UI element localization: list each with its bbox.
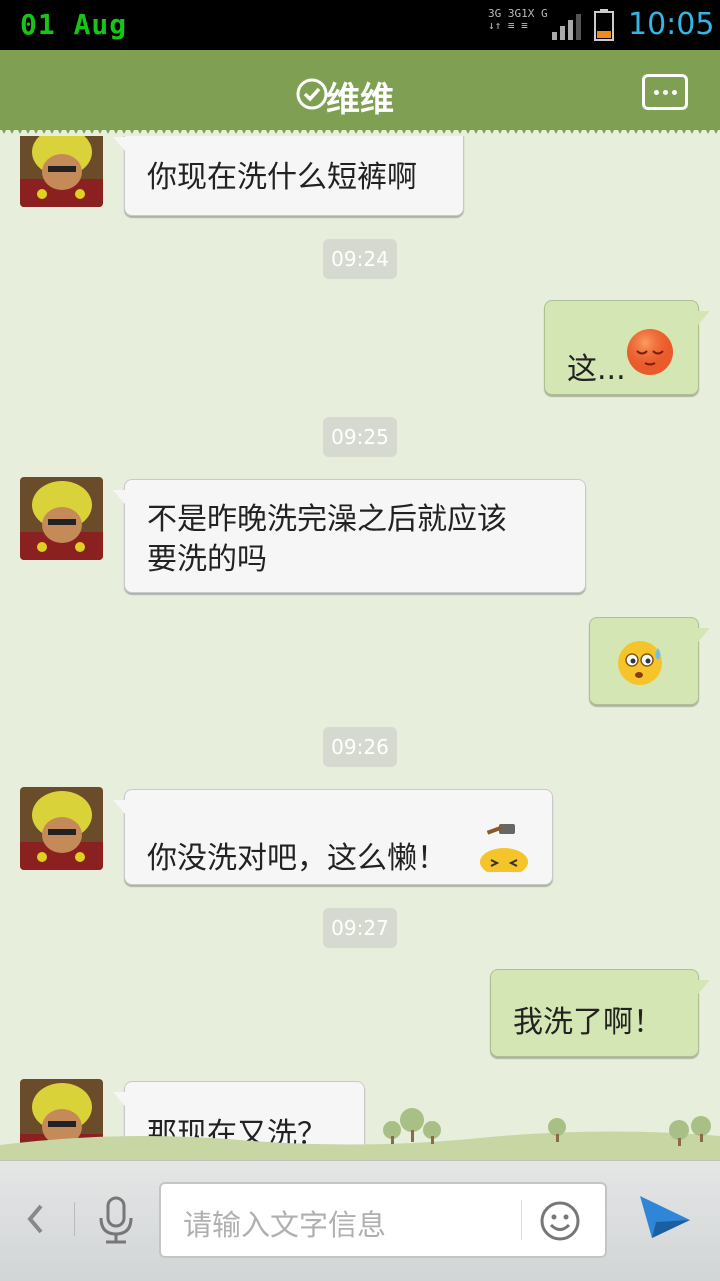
divider bbox=[74, 1202, 75, 1236]
status-time: 10:05 bbox=[628, 7, 715, 42]
network-indicator: 3G 3G1X G ↓↑ ≡ ≡ bbox=[488, 7, 548, 32]
smiley-icon[interactable] bbox=[539, 1200, 581, 1242]
timestamp: 09:25 bbox=[323, 417, 397, 457]
status-date: 01 Aug bbox=[20, 8, 128, 41]
message-bubble-outgoing[interactable]: 这... bbox=[544, 300, 710, 395]
timestamp: 09:26 bbox=[323, 727, 397, 767]
contact-avatar[interactable] bbox=[20, 787, 103, 870]
message-text: 这... bbox=[567, 352, 626, 387]
input-placeholder: 请输入文字信息 bbox=[183, 1208, 387, 1242]
message-input[interactable]: 请输入文字信息 bbox=[159, 1182, 607, 1258]
hills-decoration bbox=[0, 1108, 720, 1160]
chevron-left-icon[interactable] bbox=[24, 1202, 46, 1236]
message-bubble-outgoing[interactable] bbox=[589, 617, 710, 705]
more-dots-icon[interactable] bbox=[642, 74, 688, 110]
message-text: 我洗了啊！ bbox=[513, 1005, 663, 1040]
message-text: 你现在洗什么短裤啊 bbox=[147, 160, 417, 195]
chat-area[interactable]: 你现在洗什么短裤啊 09:24 这... 09:25 不是昨晚洗完澡之后就应该 … bbox=[0, 136, 720, 1160]
message-text: 你没洗对吧，这么懒！ bbox=[147, 841, 447, 876]
signal-icon bbox=[552, 14, 581, 40]
message-bubble-incoming[interactable]: 不是昨晚洗完澡之后就应该 要洗的吗 bbox=[113, 479, 586, 593]
timestamp: 09:27 bbox=[323, 908, 397, 948]
divider bbox=[521, 1200, 522, 1240]
hammer-emoji-icon bbox=[480, 824, 528, 872]
message-text: 不是昨晚洗完澡之后就应该 要洗的吗 bbox=[147, 502, 507, 577]
send-icon[interactable] bbox=[638, 1194, 692, 1246]
timestamp: 09:24 bbox=[323, 239, 397, 279]
header-zigzag-edge bbox=[0, 126, 720, 134]
contact-avatar[interactable] bbox=[20, 136, 103, 207]
battery-icon bbox=[594, 9, 614, 41]
sleepy-emoji-icon bbox=[627, 329, 673, 375]
status-bar: 01 Aug 3G 3G1X G ↓↑ ≡ ≡ 10:05 bbox=[0, 0, 720, 50]
message-bubble-incoming[interactable]: 你没洗对吧，这么懒！ bbox=[113, 789, 553, 885]
message-bubble-outgoing[interactable]: 我洗了啊！ bbox=[490, 969, 710, 1057]
sweat-emoji-icon bbox=[618, 641, 662, 685]
microphone-icon[interactable] bbox=[96, 1196, 136, 1246]
contact-avatar[interactable] bbox=[20, 477, 103, 560]
message-bubble-incoming[interactable]: 你现在洗什么短裤啊 bbox=[113, 136, 464, 216]
chat-title: 维维 bbox=[326, 80, 394, 120]
